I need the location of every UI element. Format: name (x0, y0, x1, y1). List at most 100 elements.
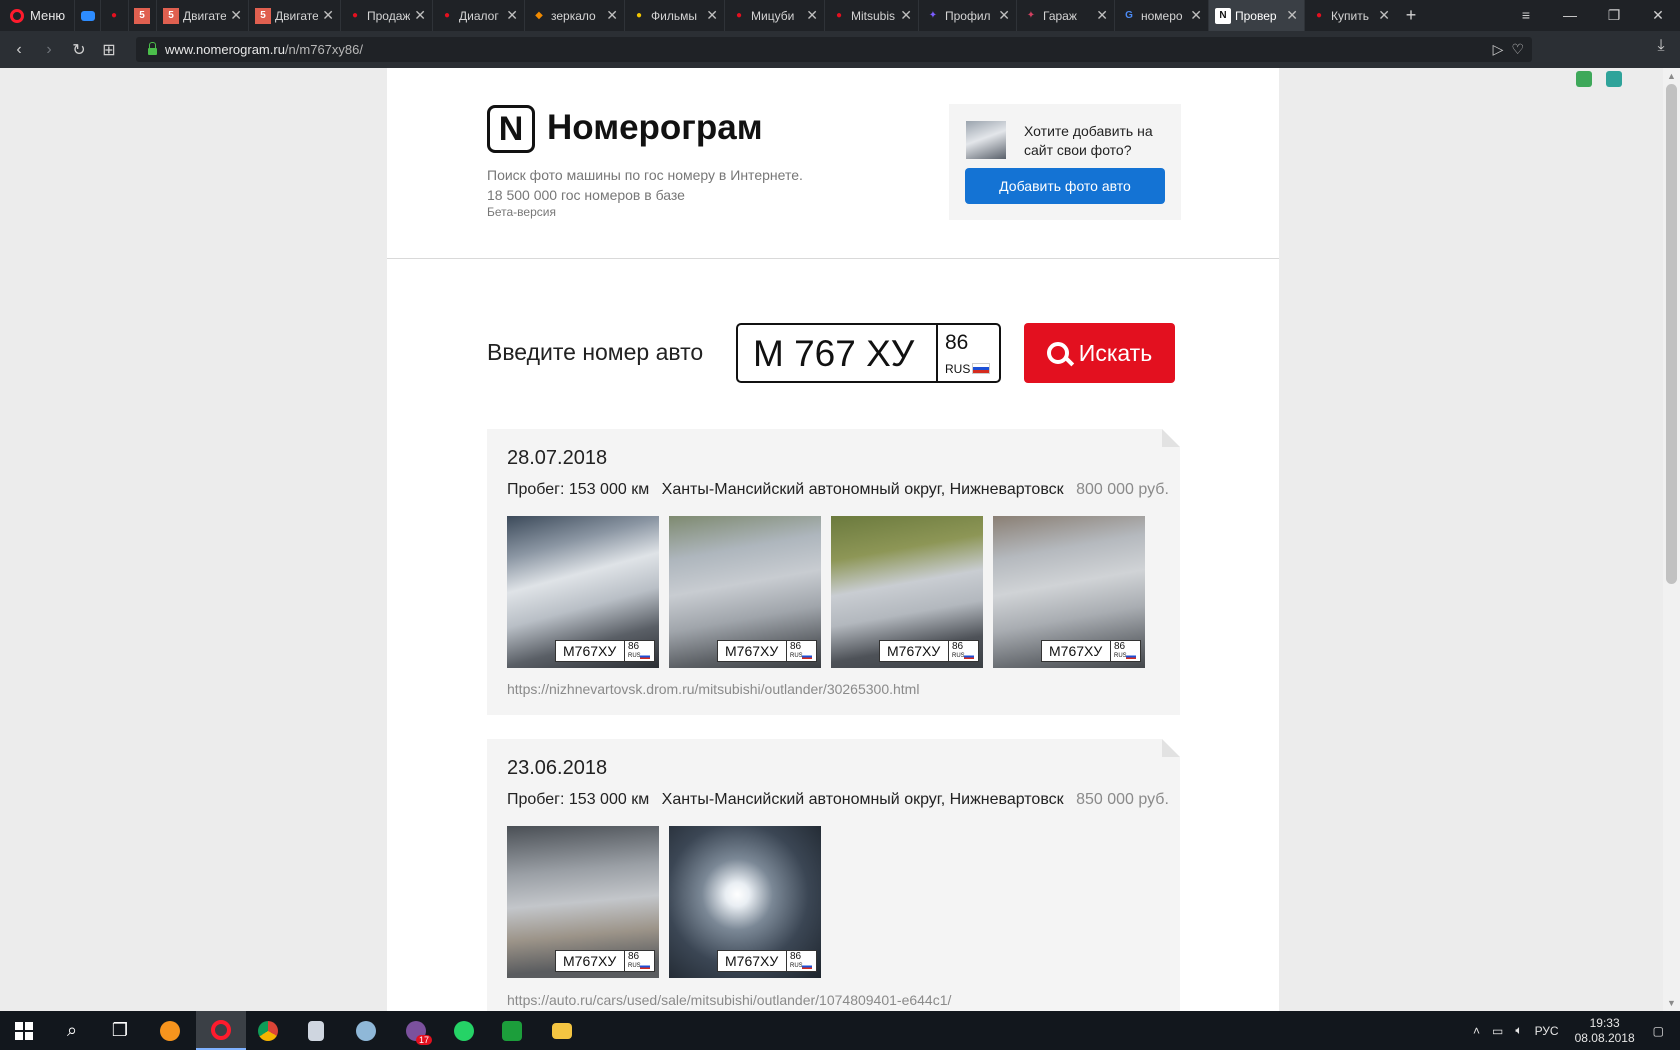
adblock-shield-icon[interactable] (1576, 71, 1592, 87)
favicon-cloud-icon (80, 8, 96, 24)
russia-flag-icon (964, 654, 974, 659)
result-source-link[interactable]: https://auto.ru/cars/used/sale/mitsubish… (507, 992, 951, 1008)
add-photo-promo: Хотите добавить на сайт свои фото? Добав… (949, 104, 1181, 220)
favicon-drom-icon: ● (835, 10, 843, 21)
clock[interactable]: 19:33 08.08.2018 (1575, 1016, 1635, 1046)
scroll-up-arrow-icon[interactable]: ▲ (1663, 68, 1680, 84)
car-photo[interactable]: М767ХУ 86 RUS (993, 516, 1145, 668)
tab-13[interactable]: Gномеро ✕ (1114, 0, 1208, 31)
tab-7[interactable]: ◆ зеркало ✕ (524, 0, 624, 31)
search-icon[interactable]: ⌕ (48, 1011, 96, 1050)
file-explorer-app-icon[interactable] (538, 1011, 586, 1050)
forward-icon[interactable]: › (34, 41, 64, 59)
windows-start-icon[interactable] (0, 1011, 48, 1050)
minimize-icon[interactable]: — (1548, 7, 1592, 24)
car-photo[interactable]: М767ХУ 86 RUS (507, 516, 659, 668)
new-tab-plus-icon[interactable]: + (1396, 5, 1426, 26)
tab-active-nomerogram[interactable]: N Провер ✕ (1208, 0, 1304, 31)
tab-0[interactable] (74, 0, 100, 31)
opera-app-icon[interactable] (196, 1011, 246, 1050)
favicon-drom-icon: ● (110, 10, 118, 21)
viber-app-icon[interactable]: 17 (392, 1011, 440, 1050)
opera-logo-icon (10, 8, 24, 23)
tab-4[interactable]: 5 Двигате ✕ (248, 0, 340, 31)
browser-tab-strip: Меню ● 5 5 Двигате ✕ 5 Двигате ✕ ● Продаж ✕ ● Д… (0, 0, 1680, 31)
russia-flag-icon (640, 654, 650, 659)
tab-close-icon[interactable]: ✕ (1190, 7, 1202, 24)
favicon-drom-icon: ● (351, 10, 359, 21)
plate-input[interactable]: М 767 ХУ 86 RUS (736, 323, 1001, 383)
plate-divider (786, 641, 787, 661)
whatsapp-app-icon[interactable] (440, 1011, 488, 1050)
calculator-app-icon[interactable] (292, 1011, 340, 1050)
tab-6[interactable]: ● Диалог ✕ (432, 0, 524, 31)
tab-close-icon[interactable]: ✕ (900, 7, 912, 24)
plate-region-field[interactable]: 86 (945, 331, 968, 355)
url-field[interactable]: www.nomerogram.ru/n/m767xy86/ ▷ ♡ (136, 37, 1532, 62)
paint-app-icon[interactable] (342, 1011, 390, 1050)
speed-dial-grid-icon[interactable]: ⊞ (94, 40, 124, 60)
tab-11[interactable]: ✦ Профил ✕ (918, 0, 1016, 31)
plate-search: Введите номер авто М 767 ХУ 86 RUS Искат… (387, 323, 1279, 383)
tab-10[interactable]: ● Mitsubis ✕ (824, 0, 918, 31)
tab-close-icon[interactable]: ✕ (1378, 7, 1390, 24)
result-location: Ханты-Мансийский автономный округ, Нижне… (661, 791, 1064, 808)
restore-icon[interactable]: ❐ (1592, 7, 1636, 24)
tab-menu-icon[interactable]: ≡ (1504, 7, 1548, 24)
tab-9[interactable]: ● Мицуби ✕ (724, 0, 824, 31)
scrollbar-thumb[interactable] (1666, 84, 1677, 584)
bookmark-heart-icon[interactable]: ♡ (1511, 41, 1524, 58)
favicon-drive2-icon: 5 (134, 7, 150, 24)
tab-close-icon[interactable]: ✕ (506, 7, 518, 24)
search-button[interactable]: Искать (1024, 323, 1175, 383)
close-window-icon[interactable]: ✕ (1636, 7, 1680, 24)
utorrent-app-icon[interactable] (488, 1011, 536, 1050)
tab-3[interactable]: 5 Двигате ✕ (156, 0, 248, 31)
notifications-icon[interactable]: ▢ (1653, 1024, 1664, 1038)
tab-close-icon[interactable]: ✕ (998, 7, 1010, 24)
add-photo-button[interactable]: Добавить фото авто (965, 168, 1165, 204)
tab-1[interactable]: ● (100, 0, 128, 31)
scroll-down-arrow-icon[interactable]: ▼ (1663, 995, 1680, 1011)
notification-badge: 17 (415, 1034, 432, 1045)
plate-number-field[interactable]: М 767 ХУ (753, 333, 914, 375)
car-photo[interactable]: М767ХУ 86 RUS (669, 826, 821, 978)
tab-close-icon[interactable]: ✕ (706, 7, 718, 24)
downloads-icon[interactable]: ⤓ (1646, 37, 1676, 55)
tab-close-icon[interactable]: ✕ (414, 7, 426, 24)
network-icon[interactable]: ▭ (1492, 1024, 1503, 1038)
language-indicator[interactable]: РУС (1535, 1024, 1559, 1038)
car-photo[interactable]: М767ХУ 86 RUS (507, 826, 659, 978)
nomerogram-logo-icon[interactable]: N (487, 105, 535, 153)
result-source-link[interactable]: https://nizhnevartovsk.drom.ru/mitsubish… (507, 681, 919, 697)
tab-close-icon[interactable]: ✕ (806, 7, 818, 24)
tab-5[interactable]: ● Продаж ✕ (340, 0, 432, 31)
car-photo[interactable]: М767ХУ 86 RUS (831, 516, 983, 668)
favicon-profile-icon: ✦ (928, 10, 938, 21)
reload-icon[interactable]: ↻ (64, 40, 94, 60)
tray-chevron-icon[interactable]: ˄ (1473, 1024, 1480, 1038)
tab-close-icon[interactable]: ✕ (606, 7, 618, 24)
result-price: 850 000 руб. (1076, 791, 1169, 808)
car-photo[interactable]: М767ХУ 86 RUS (669, 516, 821, 668)
tab-2[interactable]: 5 (128, 0, 156, 31)
tab-12[interactable]: ✦ Гараж ✕ (1016, 0, 1114, 31)
tab-15[interactable]: ● Купить ✕ (1304, 0, 1396, 31)
task-view-icon[interactable]: ❐ (96, 1011, 144, 1050)
tab-8[interactable]: ● Фильмы ✕ (624, 0, 724, 31)
beta-label: Бета-версия (487, 205, 556, 219)
tab-close-icon[interactable]: ✕ (230, 7, 242, 24)
volume-icon[interactable]: 🔈︎ (1515, 1023, 1522, 1038)
chrome-app-icon[interactable] (244, 1011, 292, 1050)
tab-close-icon[interactable]: ✕ (1286, 7, 1298, 24)
opera-menu-button[interactable]: Меню (0, 0, 74, 31)
vpn-extension-icon[interactable] (1606, 71, 1622, 87)
avast-app-icon[interactable] (146, 1011, 194, 1050)
tab-close-icon[interactable]: ✕ (1096, 7, 1108, 24)
back-icon[interactable]: ‹ (4, 41, 34, 59)
system-tray: ˄ ▭ 🔈︎ РУС 19:33 08.08.2018 ▢ (1467, 1011, 1680, 1050)
send-icon[interactable]: ▷ (1493, 41, 1504, 58)
tab-close-icon[interactable]: ✕ (322, 7, 334, 24)
photo-plate-badge: М767ХУ 86 RUS (717, 640, 817, 662)
site-name[interactable]: Номерограм (547, 108, 763, 148)
